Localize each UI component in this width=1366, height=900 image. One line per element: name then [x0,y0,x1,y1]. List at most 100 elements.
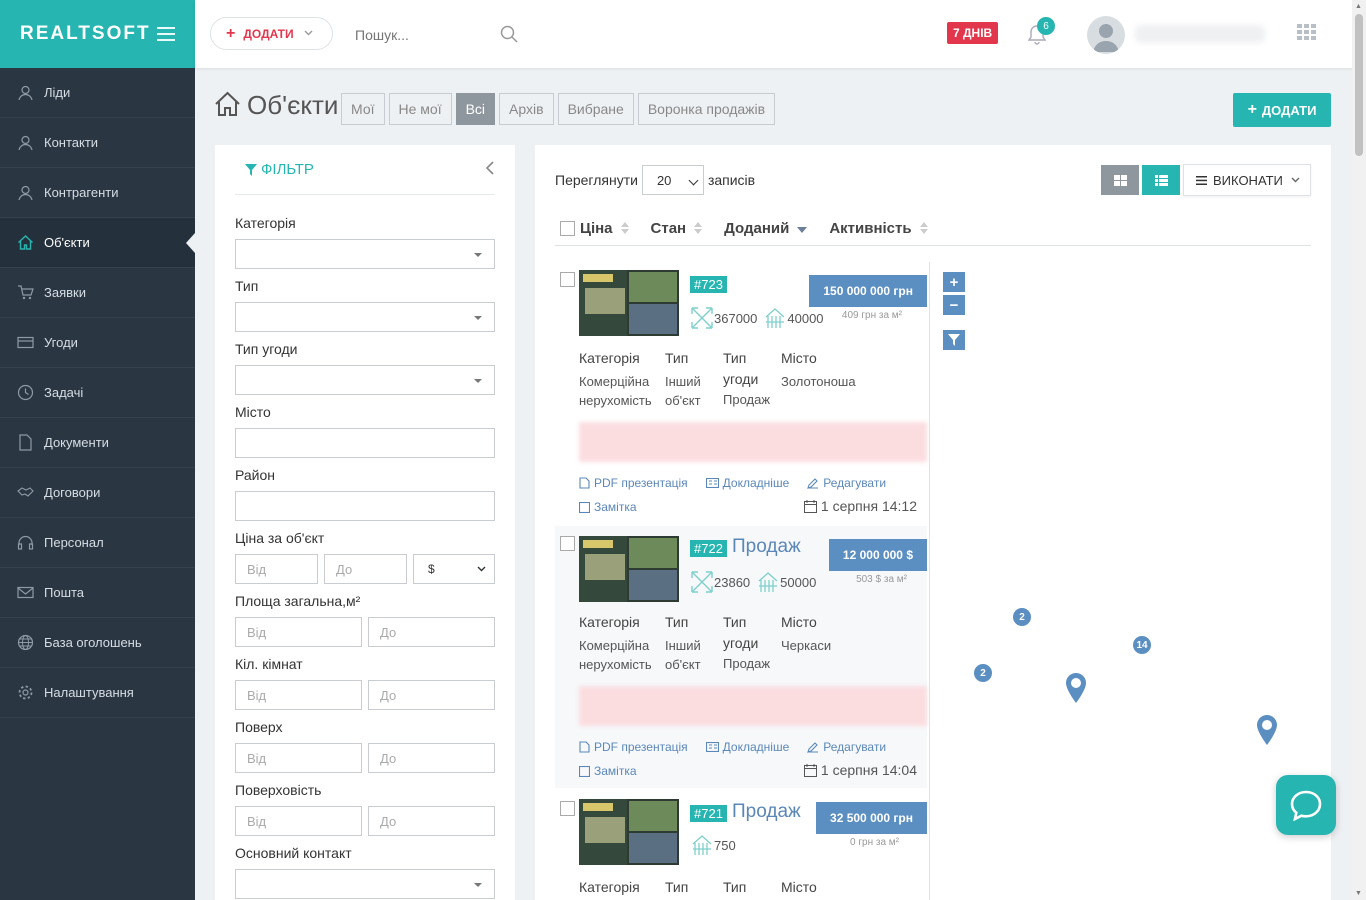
execute-button[interactable]: ВИКОНАТИ [1183,164,1311,196]
chat-button[interactable] [1276,775,1336,835]
item-checkbox[interactable] [560,272,575,287]
user-name-blurred[interactable] [1135,25,1265,43]
collapse-filter-icon[interactable] [485,161,495,178]
sort-added[interactable]: Доданий [724,220,808,237]
edit-link[interactable]: Редагувати [807,476,886,490]
add-object-button[interactable]: + ДОДАТИ [1233,93,1331,127]
item-checkbox[interactable] [560,536,575,551]
map-filter-button[interactable] [943,330,965,350]
quick-add-button[interactable]: + ДОДАТИ [210,17,333,50]
attr-city-value: Черкаси [781,638,832,653]
tab[interactable]: Воронка продажів [637,93,776,125]
object-thumbnail[interactable] [579,270,679,336]
sort-activity[interactable]: Активність [829,220,928,237]
list-item[interactable]: #721 Продаж 750 32 500 000 грн 0 грн за … [555,791,927,900]
price-badge[interactable]: 32 500 000 грн [816,802,927,834]
tab[interactable]: Мої [341,93,385,125]
sort-arrows-icon [620,222,629,234]
edit-link[interactable]: Редагувати [807,740,886,754]
scroll-down-icon[interactable]: ▼ [1355,890,1362,897]
map-pin-icon[interactable] [1065,672,1087,707]
note-link[interactable]: Замітка [579,500,637,514]
area-from-input[interactable]: Від [235,617,362,647]
map-zoom-in-button[interactable]: + [943,272,965,292]
scroll-up-icon[interactable]: ▲ [1355,3,1362,10]
sidebar-item[interactable]: База оголошень [0,618,195,668]
item-checkbox[interactable] [560,801,575,816]
sidebar-item[interactable]: Заявки [0,268,195,318]
sidebar-item[interactable]: Контакти [0,118,195,168]
trial-days-badge[interactable]: 7 ДНІВ [947,22,999,44]
object-thumbnail[interactable] [579,799,679,865]
tab[interactable]: Вибране [557,93,634,125]
list-view-button[interactable] [1142,165,1180,195]
price-badge[interactable]: 12 000 000 $ [828,539,927,571]
filter-title[interactable]: ФІЛЬТР [235,161,314,178]
floor-to-input[interactable]: До [368,743,495,773]
avatar[interactable] [1087,16,1125,54]
city-input[interactable] [235,428,495,458]
currency-select[interactable]: $ [413,554,495,584]
sort-state[interactable]: Стан [651,220,703,237]
district-input[interactable] [235,491,495,521]
area-to-input[interactable]: До [368,617,495,647]
category-select[interactable] [235,239,495,269]
sort-price[interactable]: Ціна [580,220,629,237]
deal-type-title[interactable]: Продаж [732,801,801,823]
details-link[interactable]: Докладніше [705,740,789,754]
sidebar-item[interactable]: Персонал [0,518,195,568]
app-logo[interactable]: REALTSOFT [20,23,151,45]
sidebar-item[interactable]: Пошта [0,568,195,618]
sidebar-item[interactable]: Налаштування [0,668,195,718]
rooms-to-input[interactable]: До [368,680,495,710]
object-id-badge[interactable]: #722 [690,540,727,557]
object-id-badge[interactable]: #721 [690,805,727,822]
object-thumbnail[interactable] [579,536,679,602]
price-to-input[interactable]: До [324,554,407,584]
per-page-select[interactable]: 20 [641,165,704,195]
menu-toggle-icon[interactable] [157,27,175,41]
select-all-checkbox[interactable] [560,220,575,236]
note-link-label: Замітка [594,500,637,514]
price-badge[interactable]: 150 000 000 грн [809,275,927,307]
note-link[interactable]: Замітка [579,764,637,778]
details-link[interactable]: Докладніше [705,476,789,490]
scrollbar-thumb[interactable] [1355,14,1363,156]
sidebar-item[interactable]: Документи [0,418,195,468]
floor-from-input[interactable]: Від [235,743,362,773]
tab[interactable]: Архів [499,93,554,125]
price-from-input[interactable]: Від [235,554,318,584]
sidebar-item[interactable]: Ліди [0,68,195,118]
floors-to-input[interactable]: До [368,806,495,836]
main-contact-select[interactable] [235,869,495,899]
sidebar-item[interactable]: Договори [0,468,195,518]
tab[interactable]: Не мої [388,93,452,125]
apps-grid-icon[interactable] [1297,24,1317,43]
map-pin-icon[interactable] [1256,714,1278,749]
rooms-from-input[interactable]: Від [235,680,362,710]
map-cluster[interactable]: 2 [1013,608,1031,626]
chevron-down-icon [1291,177,1300,183]
object-id-badge[interactable]: #723 [690,276,727,293]
pdf-link[interactable]: PDF презентація [579,476,688,490]
list-item[interactable]: #723 367000 40000 150 000 000 грн 409 гр… [555,262,927,524]
pdf-link[interactable]: PDF презентація [579,740,688,754]
sidebar-item[interactable]: Угоди [0,318,195,368]
sidebar-item[interactable]: Контрагенти [0,168,195,218]
page-scrollbar[interactable]: ▲ ▼ [1352,0,1366,900]
sidebar-item[interactable]: Об'єкти [0,218,195,268]
type-select[interactable] [235,302,495,332]
search-input[interactable] [355,24,520,46]
attr-type-value: Інший [665,638,701,653]
deal-type-select[interactable] [235,365,495,395]
map-cluster[interactable]: 2 [974,664,992,682]
search-icon[interactable] [500,25,518,46]
map-cluster[interactable]: 14 [1133,636,1151,654]
grid-view-button[interactable] [1101,165,1139,195]
tab[interactable]: Всі [455,93,496,125]
list-item[interactable]: #722 Продаж 23860 50000 12 000 000 $ 503… [555,526,927,788]
map-zoom-out-button[interactable]: − [943,295,965,315]
deal-type-title[interactable]: Продаж [732,536,801,558]
floors-from-input[interactable]: Від [235,806,362,836]
sidebar-item[interactable]: Задачі [0,368,195,418]
